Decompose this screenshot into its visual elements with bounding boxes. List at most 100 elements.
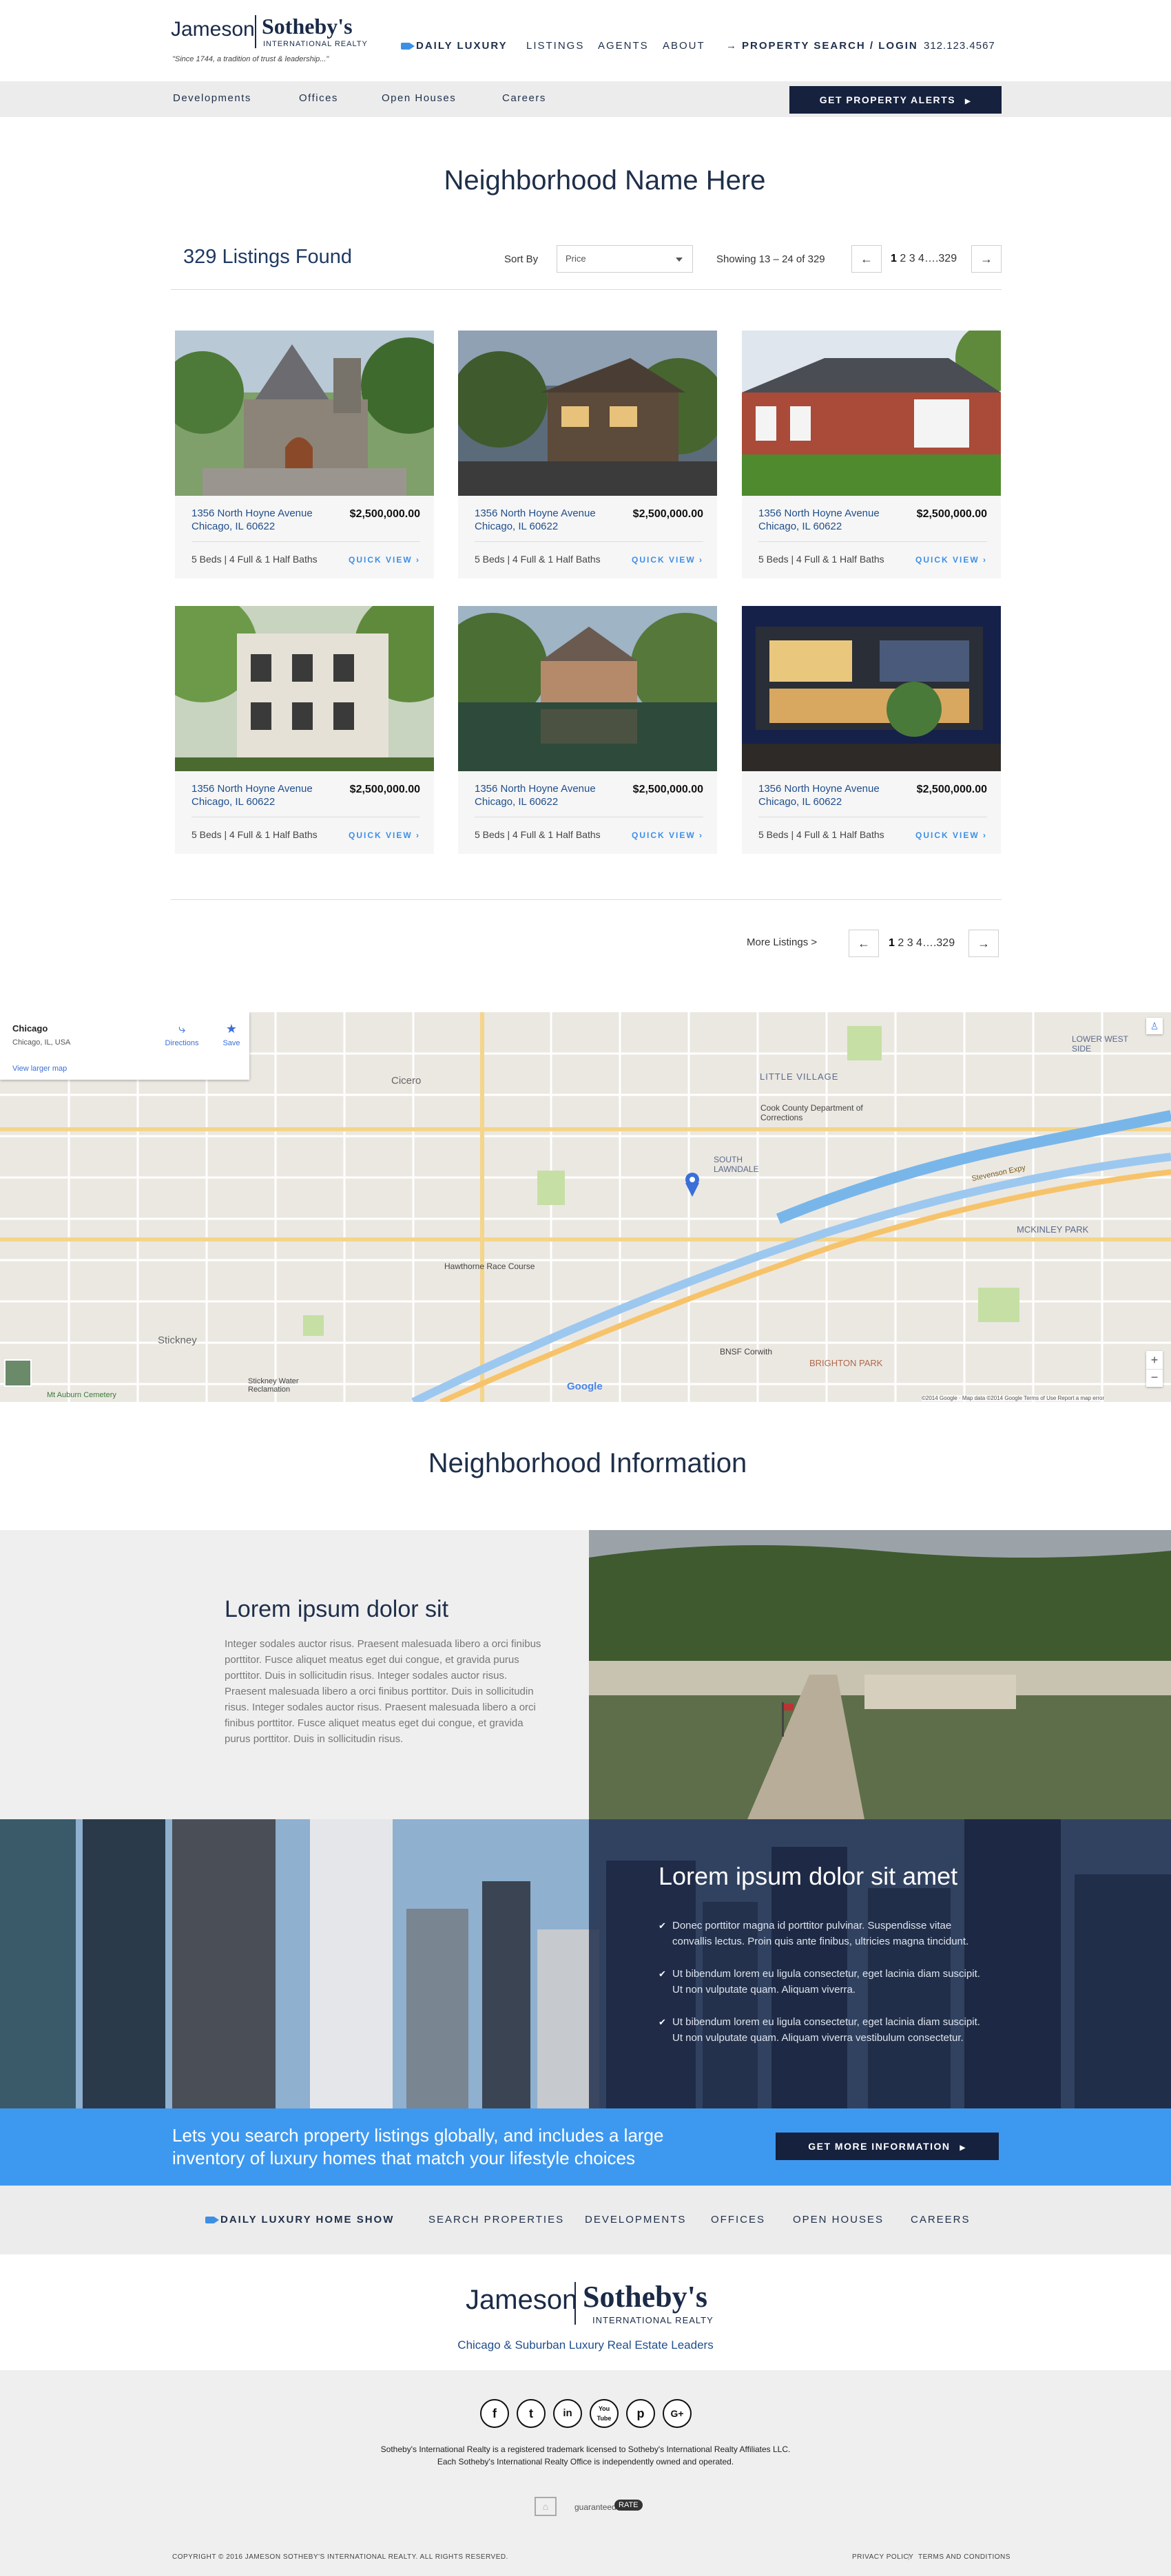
brand-logo-right[interactable]: Sotheby's <box>262 14 353 39</box>
privacy-policy-link[interactable]: PRIVACY POLICY <box>852 2553 913 2561</box>
check-list-item: Ut bibendum lorem eu ligula consectetur,… <box>659 1966 982 1998</box>
logo-divider <box>255 15 256 48</box>
divider <box>191 541 420 542</box>
get-property-alerts-button[interactable]: GET PROPERTY ALERTS ▶ <box>789 86 1002 114</box>
get-more-information-button[interactable]: GET MORE INFORMATION ▶ <box>776 2133 999 2160</box>
zoom-in-button[interactable]: + <box>1146 1351 1163 1369</box>
listing-card[interactable]: 1356 North Hoyne Avenue Chicago, IL 60622… <box>458 606 717 854</box>
listing-card[interactable]: 1356 North Hoyne Avenue Chicago, IL 60622… <box>458 331 717 578</box>
zoom-out-button[interactable]: − <box>1146 1369 1163 1387</box>
google-plus-icon[interactable]: G+ <box>663 2399 692 2428</box>
neighborhood-map[interactable]: LITTLE VILLAGE LOWER WEST SIDE SOUTH LAW… <box>0 1012 1171 1402</box>
footer-logo-left[interactable]: Jameson <box>466 2285 577 2316</box>
listing-price: $2,500,000.00 <box>916 784 987 795</box>
pinterest-icon[interactable]: p <box>626 2399 655 2428</box>
brand-logo-sub: INTERNATIONAL REALTY <box>263 40 368 48</box>
footer-nav-daily-luxury[interactable]: DAILY LUXURY HOME SHOW <box>205 2214 394 2226</box>
quick-view-link[interactable]: QUICK VIEW › <box>915 555 987 565</box>
next-page-button[interactable]: → <box>971 245 1002 273</box>
quick-view-link[interactable]: QUICK VIEW › <box>349 830 420 840</box>
save-button[interactable]: ★ Save <box>218 1022 245 1049</box>
pagination-numbers[interactable]: 1 2 3 4….329 <box>889 937 955 950</box>
map-attribution[interactable]: ©2014 Google · Map data ©2014 Google Ter… <box>922 1395 1105 1401</box>
map-place-name: Chicago <box>12 1023 48 1034</box>
linkedin-icon[interactable]: in <box>553 2399 582 2428</box>
listing-card[interactable]: 1356 North Hoyne Avenue Chicago, IL 60622… <box>175 606 434 854</box>
footer-nav-search-properties[interactable]: SEARCH PROPERTIES <box>428 2214 564 2226</box>
subnav-developments[interactable]: Developments <box>173 92 251 104</box>
divider <box>171 289 1002 290</box>
twitter-icon[interactable]: t <box>517 2399 546 2428</box>
prev-page-button[interactable]: ← <box>851 245 882 273</box>
subnav-open-houses[interactable]: Open Houses <box>382 92 456 104</box>
pegman-icon[interactable]: ♙ <box>1146 1018 1163 1034</box>
info-block-title: Lorem ipsum dolor sit <box>225 1596 449 1622</box>
view-larger-map-link[interactable]: View larger map <box>12 1065 67 1073</box>
terms-conditions-link[interactable]: TERMS AND CONDITIONS <box>918 2553 1011 2561</box>
listing-price: $2,500,000.00 <box>349 508 420 520</box>
listing-photo[interactable] <box>742 606 1001 771</box>
caret-right-icon: ▶ <box>965 98 972 105</box>
listing-photo[interactable] <box>742 331 1001 496</box>
divider <box>758 541 987 542</box>
listing-address[interactable]: 1356 North Hoyne Avenue Chicago, IL 60622 <box>758 782 880 808</box>
lake-pier-image <box>589 1530 1171 1819</box>
listing-address[interactable]: 1356 North Hoyne Avenue Chicago, IL 60622 <box>758 507 880 533</box>
listing-price: $2,500,000.00 <box>349 784 420 795</box>
listing-price: $2,500,000.00 <box>632 508 703 520</box>
subnav-careers[interactable]: Careers <box>502 92 546 104</box>
listing-photo[interactable] <box>458 606 717 771</box>
listing-photo[interactable] <box>175 331 434 496</box>
quick-view-link[interactable]: QUICK VIEW › <box>632 555 703 565</box>
nav-listings[interactable]: LISTINGS <box>526 40 584 52</box>
listing-address[interactable]: 1356 North Hoyne Avenue Chicago, IL 60622 <box>475 507 596 533</box>
quick-view-link[interactable]: QUICK VIEW › <box>349 555 420 565</box>
guaranteed-rate-badge[interactable]: RATE <box>614 2500 643 2511</box>
listing-card[interactable]: 1356 North Hoyne Avenue Chicago, IL 60622… <box>742 331 1001 578</box>
listing-beds-baths: 5 Beds | 4 Full & 1 Half Baths <box>475 554 601 565</box>
satellite-toggle[interactable] <box>4 1359 32 1387</box>
footer-legal-area <box>0 2370 1171 2576</box>
zoom-controls: + − <box>1146 1351 1163 1387</box>
directions-button[interactable]: ⤷ Directions <box>161 1022 203 1049</box>
phone-number[interactable]: 312.123.4567 <box>924 40 995 52</box>
footer-logo-sub: INTERNATIONAL REALTY <box>592 2315 714 2325</box>
listing-address[interactable]: 1356 North Hoyne Avenue Chicago, IL 60622 <box>475 782 596 808</box>
listing-card[interactable]: 1356 North Hoyne Avenue Chicago, IL 60622… <box>742 606 1001 854</box>
listing-card[interactable]: 1356 North Hoyne Avenue Chicago, IL 60622… <box>175 331 434 578</box>
footer-nav-offices[interactable]: OFFICES <box>711 2214 765 2226</box>
copyright-text: COPYRIGHT © 2016 JAMESON SOTHEBY'S INTER… <box>172 2553 508 2561</box>
next-page-button[interactable]: → <box>968 930 999 957</box>
guaranteed-rate-label[interactable]: guaranteed <box>574 2502 616 2512</box>
listing-photo[interactable] <box>175 606 434 771</box>
prev-page-button[interactable]: ← <box>849 930 879 957</box>
quick-view-link[interactable]: QUICK VIEW › <box>632 830 703 840</box>
nav-agents[interactable]: AGENTS <box>598 40 649 52</box>
quick-view-link[interactable]: QUICK VIEW › <box>915 830 987 840</box>
facebook-icon[interactable]: f <box>480 2399 509 2428</box>
listing-address[interactable]: 1356 North Hoyne Avenue Chicago, IL 60622 <box>191 782 313 808</box>
nav-property-search[interactable]: → PROPERTY SEARCH / LOGIN <box>726 40 918 52</box>
footer-logo-right[interactable]: Sotheby's <box>583 2279 707 2314</box>
map-label: SOUTH LAWNDALE <box>714 1155 759 1174</box>
subnav-offices[interactable]: Offices <box>299 92 338 104</box>
page-title: Neighborhood Name Here <box>444 165 766 196</box>
sort-select[interactable]: Price <box>557 245 693 273</box>
nav-about[interactable]: ABOUT <box>663 40 705 52</box>
listing-address[interactable]: 1356 North Hoyne Avenue Chicago, IL 60622 <box>191 507 313 533</box>
footer-nav-developments[interactable]: DEVELOPMENTS <box>585 2214 686 2226</box>
footer-nav-careers[interactable]: CAREERS <box>911 2214 971 2226</box>
map-label: LOWER WEST SIDE <box>1072 1034 1128 1054</box>
listing-beds-baths: 5 Beds | 4 Full & 1 Half Baths <box>758 829 884 840</box>
nav-daily-luxury[interactable]: DAILY LUXURY <box>401 40 508 52</box>
listings-found-count: 329 Listings Found <box>183 246 353 268</box>
footer-nav-open-houses[interactable]: OPEN HOUSES <box>793 2214 884 2226</box>
pagination-numbers[interactable]: 1 2 3 4….329 <box>891 253 957 265</box>
equal-housing-icon: ⌂ <box>535 2497 557 2516</box>
more-listings-link[interactable]: More Listings > <box>747 936 817 948</box>
divider <box>171 899 1002 900</box>
youtube-icon[interactable]: You Tube <box>590 2399 619 2428</box>
brand-logo-left[interactable]: Jameson <box>171 18 255 41</box>
listing-photo[interactable] <box>458 331 717 496</box>
check-list-item: Donec porttitor magna id porttitor pulvi… <box>659 1918 982 1949</box>
